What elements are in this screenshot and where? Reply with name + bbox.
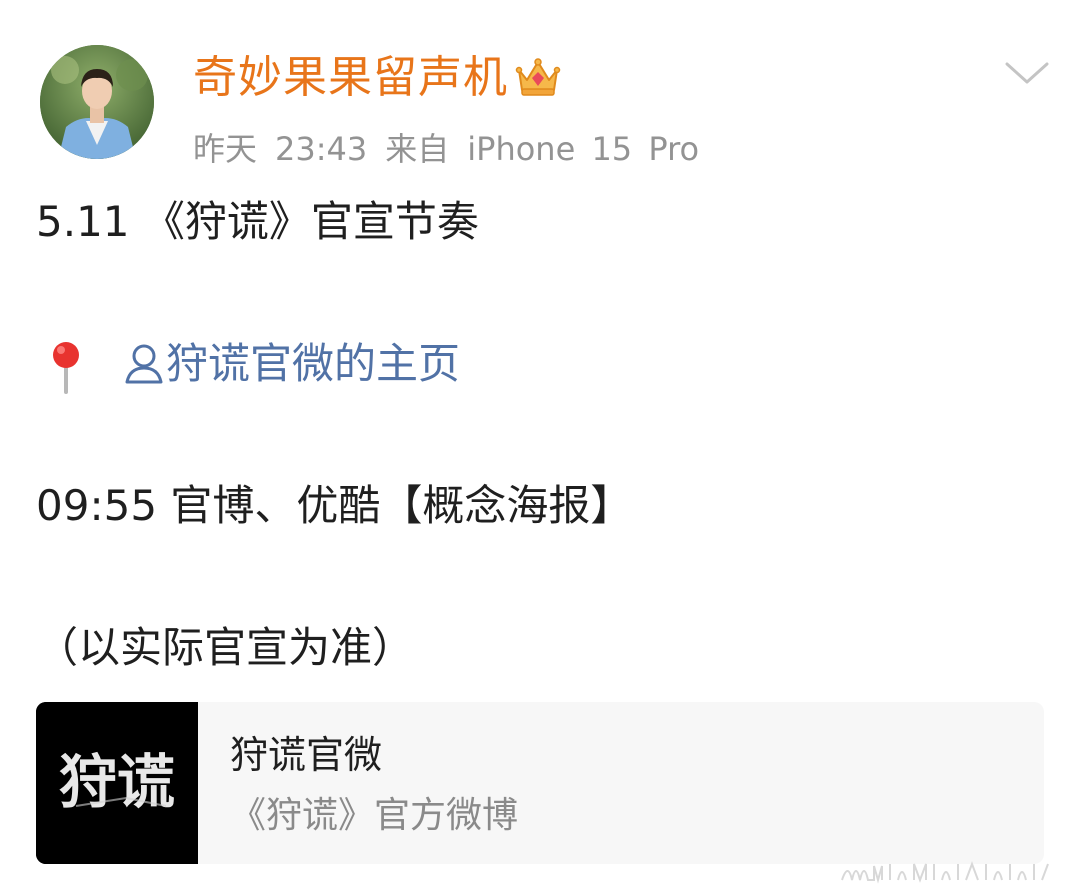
post-meta: 昨天 23:43 来自 iPhone 15 Pro (193, 127, 717, 171)
post-date: 昨天 (193, 130, 258, 168)
username[interactable]: 奇妙果果留声机 (193, 50, 508, 106)
weibo-post: 奇妙果果留声机 昨天 23:43 来自 iPhone 15 Pro 5.11 《狩谎》… (0, 0, 1079, 896)
chevron-down-icon[interactable] (1003, 58, 1051, 88)
account-card[interactable]: 狩谎 狩谎官微 《狩谎》官方微博 (36, 702, 1044, 864)
user-icon (125, 344, 163, 384)
profile-link[interactable]: 狩谎官微的主页 (124, 336, 460, 392)
account-logo: 狩谎 (36, 702, 198, 864)
card-title: 狩谎官微 (230, 733, 383, 777)
watermark-mark (841, 861, 1049, 884)
post-source-prefix: 来自 (385, 130, 450, 168)
crown-icon[interactable] (515, 56, 561, 98)
post-device[interactable]: iPhone 15 Pro (467, 130, 699, 168)
post-time: 23:43 (275, 130, 368, 168)
content-line-poster-time: 09:55 官博、优酷【概念海报】 (36, 481, 633, 530)
content-line-schedule-title: 5.11 《狩谎》官宣节奏 (36, 197, 479, 246)
avatar[interactable] (40, 45, 154, 159)
pin-icon (53, 342, 79, 394)
card-subtitle: 《狩谎》官方微博 (230, 795, 519, 836)
profile-link-text[interactable]: 狩谎官微的主页 (166, 336, 460, 392)
content-line-disclaimer: （以实际官宣为准） (36, 623, 415, 672)
